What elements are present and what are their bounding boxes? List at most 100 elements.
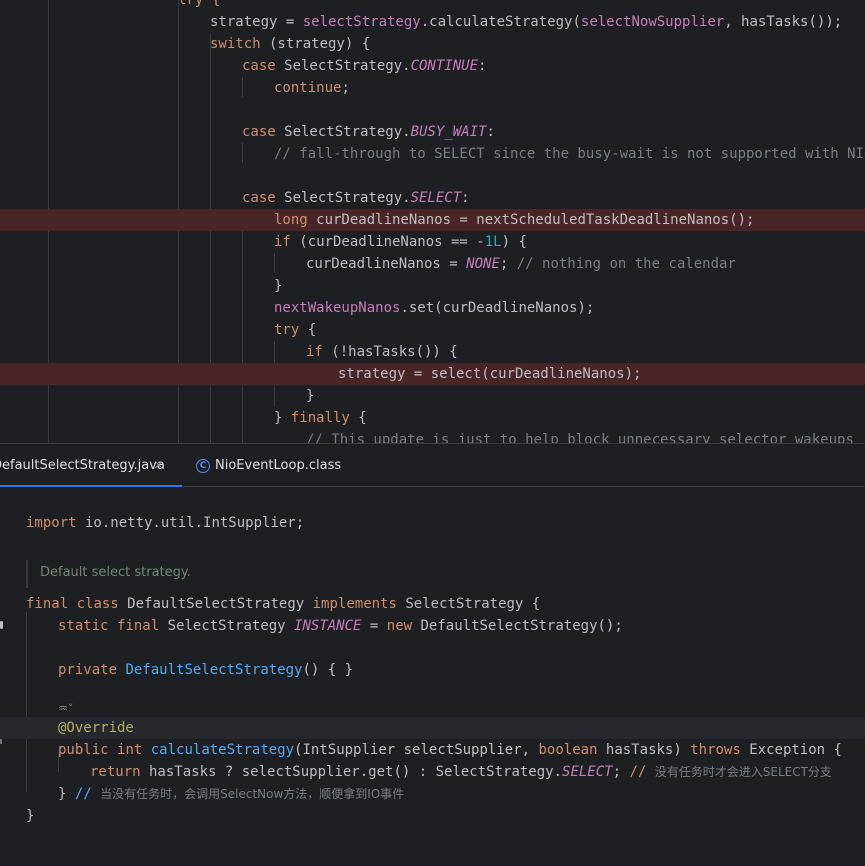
code-line[interactable]: if (!hasTasks()) { [0,341,865,363]
code-text: // This update is just to help block unn… [306,429,854,443]
code-token: Exception { [740,742,842,758]
code-token: calculateStrategy [150,742,295,758]
code-token: : [486,124,495,140]
code-text: private DefaultSelectStrategy() { } [58,659,353,681]
tab-default-select-strategy[interactable]: DefaultSelectStrategy.java × [0,444,182,487]
code-token: return [90,764,141,780]
code-line[interactable] [0,99,865,121]
code-line[interactable]: try { [0,0,865,11]
code-line[interactable]: return hasTasks ? selectSupplier.get() :… [0,761,865,783]
code-line[interactable]: // This update is just to help block unn… [0,429,865,443]
code-token: (strategy) { [260,36,371,52]
code-token: // nothing on the calendar [516,256,736,272]
code-token: strategy = select(curDeadlineNanos); [338,366,642,382]
code-text: } finally { [274,407,367,429]
code-line[interactable]: private DefaultSelectStrategy() { } [0,659,865,681]
code-token: if [306,344,323,360]
editor-tab-bar: DefaultSelectStrategy.java × C NioEventLo… [0,443,865,487]
code-text: curDeadlineNanos = NONE; // nothing on t… [306,253,736,275]
code-line[interactable]: import io.netty.util.IntSupplier; [0,512,865,534]
code-token: case [242,124,276,140]
code-token: continue [274,80,342,96]
code-token: , hasTasks()); [724,14,843,30]
tab-label: DefaultSelectStrategy.java [0,458,165,473]
code-token: selectNowSupplier [580,14,725,30]
doc-comment-bar [26,560,28,588]
code-line[interactable] [0,165,865,187]
code-text: strategy = selectStrategy.calculateStrat… [210,11,842,33]
code-line[interactable]: } // 当没有任务时，会调用SelectNow方法，顺便拿到IO事件 [0,783,865,805]
class-file-icon: C [196,458,210,473]
code-token: DefaultSelectStrategy(); [412,618,623,634]
code-token: case [242,58,276,74]
code-token: INSTANCE [294,618,362,634]
code-line[interactable]: continue; [0,77,865,99]
code-token: () { } [302,662,354,678]
code-token: // fall-through to SELECT since the busy… [274,146,865,162]
close-icon[interactable]: × [153,444,164,487]
editor-bottom-pane[interactable]: Default select strategy. ♒˅ import io.ne… [0,488,865,866]
code-line[interactable]: } [0,275,865,297]
code-line[interactable]: } [0,805,865,827]
code-line[interactable]: case SelectStrategy.CONTINUE: [0,55,865,77]
code-line[interactable]: curDeadlineNanos = NONE; // nothing on t… [0,253,865,275]
code-token: (IntSupplier selectSupplier, [294,742,539,758]
code-text: } [306,385,314,407]
code-token: @Override [58,720,134,736]
code-text: long curDeadlineNanos = nextScheduledTas… [274,209,754,231]
code-line[interactable]: strategy = selectStrategy.calculateStrat… [0,11,865,33]
code-line[interactable]: nextWakeupNanos.set(curDeadlineNanos); [0,297,865,319]
code-token: SELECT [562,764,613,780]
code-line[interactable]: case SelectStrategy.SELECT: [0,187,865,209]
code-token: } [306,388,315,404]
code-token: import [26,515,77,531]
code-token: private [58,662,118,678]
code-line[interactable]: case SelectStrategy.BUSY_WAIT: [0,121,865,143]
code-line[interactable]: final class DefaultSelectStrategy implem… [0,593,865,615]
code-token: // This update is just to help block unn… [306,432,854,443]
code-text: public int calculateStrategy(IntSupplier… [58,739,842,761]
code-text: if (!hasTasks()) { [306,341,458,363]
code-token: ) { [501,234,527,250]
code-line-breakpoint[interactable]: long curDeadlineNanos = nextScheduledTas… [0,209,865,231]
code-token: switch [210,36,261,52]
code-line[interactable]: try { [0,319,865,341]
code-token: .calculateStrategy( [420,14,581,30]
code-line[interactable]: static final SelectStrategy INSTANCE = n… [0,615,865,637]
code-line[interactable]: switch (strategy) { [0,33,865,55]
code-token: ; [341,80,350,96]
code-token: try { [178,0,221,8]
code-text: static final SelectStrategy INSTANCE = n… [58,615,623,637]
code-line[interactable]: } finally { [0,407,865,429]
code-line[interactable]: if (curDeadlineNanos == -1L) { [0,231,865,253]
code-token: SelectStrategy. [275,58,411,74]
code-text: case SelectStrategy.SELECT: [242,187,470,209]
code-text: continue; [274,77,350,99]
editor-top-pane[interactable]: try { strategy = selectStrategy.calculate… [0,0,865,443]
code-token: new [386,618,413,634]
code-token: final [26,596,69,612]
code-token: .set(curDeadlineNanos); [400,300,595,316]
code-token: selectStrategy [302,14,421,30]
code-line-breakpoint[interactable]: strategy = select(curDeadlineNanos); [0,363,865,385]
code-token: = [361,618,387,634]
code-line[interactable]: public int calculateStrategy(IntSupplier… [0,739,865,761]
code-token: { [349,410,367,426]
code-line[interactable]: } [0,385,865,407]
code-token: 1L [484,234,502,250]
code-token: SelectStrategy [159,618,295,634]
code-token: // [74,786,101,802]
code-line[interactable]: // fall-through to SELECT since the busy… [0,143,865,165]
code-token: // [629,764,655,780]
code-line[interactable]: @Override [0,717,865,739]
code-token: static [58,618,109,634]
code-text: import io.netty.util.IntSupplier; [26,512,304,534]
code-token: hasTasks ? selectSupplier.get() : Select… [140,764,563,780]
ai-hint-icon[interactable]: ♒˅ [58,702,73,715]
code-token: 没有任务时才会进入SELECT分支 [654,765,832,779]
tab-label: NioEventLoop.class [215,458,342,473]
code-token: try [274,322,300,338]
doc-comment: Default select strategy. [40,565,191,580]
tab-nio-event-loop[interactable]: C NioEventLoop.class [196,444,341,487]
code-token: ; [499,256,517,272]
